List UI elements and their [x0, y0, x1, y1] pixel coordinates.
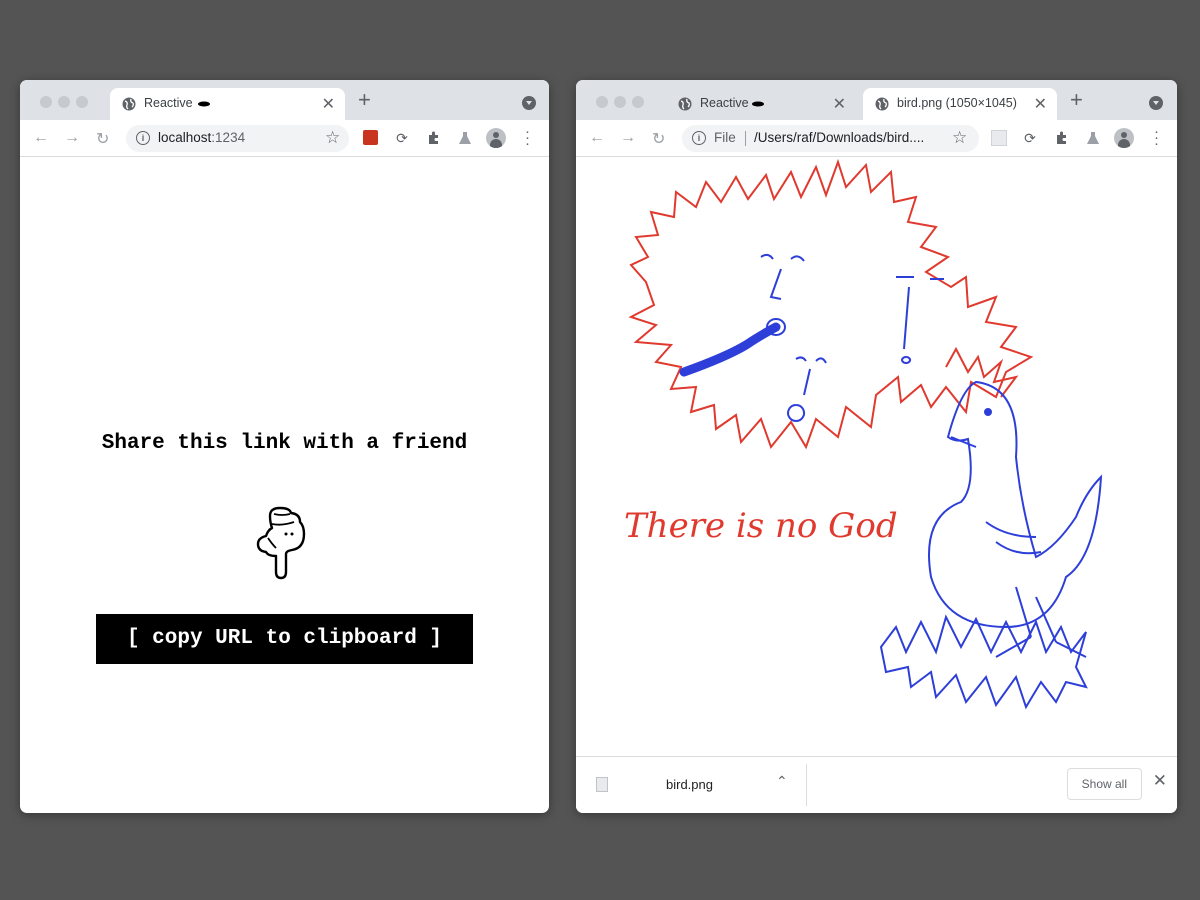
back-arrow-icon[interactable]: ←	[33, 129, 49, 147]
url-port: :1234	[211, 130, 246, 145]
url-path: /Users/raf/Downloads/bird....	[754, 130, 925, 145]
tab-search-icon[interactable]	[522, 96, 536, 110]
reload-icon[interactable]: ↻	[96, 129, 109, 149]
left-browser-window: Reactive ✕ + ← → ↻ i localhost:1234 ☆ ⟳ …	[20, 80, 549, 813]
tab-bird-png[interactable]: bird.png (1050×1045) ✕	[863, 88, 1057, 120]
window-controls[interactable]	[40, 95, 94, 113]
red-spiky-cloud	[628, 158, 1034, 450]
globe-icon	[678, 97, 692, 111]
handwritten-caption: There is no God	[624, 506, 898, 546]
forward-arrow-icon[interactable]: →	[620, 129, 636, 147]
tab-search-icon[interactable]	[1149, 96, 1163, 110]
forward-arrow-icon[interactable]: →	[64, 129, 80, 147]
tab-title: Reactive	[700, 96, 749, 110]
window-controls[interactable]	[596, 95, 650, 113]
star-icon[interactable]: ☆	[325, 128, 340, 148]
address-bar[interactable]: i File /Users/raf/Downloads/bird.... ☆	[682, 125, 979, 152]
url-host: localhost	[158, 130, 212, 145]
show-all-button[interactable]: Show all	[1066, 768, 1142, 800]
tab-strip: Reactive ✕ bird.png (1050×1045) ✕ +	[576, 80, 1177, 120]
kebab-menu-icon[interactable]: · · ·	[1154, 124, 1159, 151]
close-icon[interactable]: ✕	[322, 94, 335, 114]
blue-bird-drawing	[879, 346, 1103, 710]
tab-reactive[interactable]: Reactive ✕	[666, 88, 856, 120]
extension-red-icon[interactable]	[363, 130, 378, 145]
tab-reactive[interactable]: Reactive ✕	[110, 88, 345, 120]
chevron-up-icon[interactable]: ⌃	[776, 773, 788, 790]
info-icon[interactable]: i	[692, 131, 706, 145]
plus-icon[interactable]: +	[358, 89, 371, 111]
page-heading: Share this link with a friend	[101, 432, 468, 455]
flask-icon[interactable]	[457, 130, 473, 146]
divider	[806, 764, 807, 806]
bird-drawing-image: There is no God	[624, 158, 1103, 710]
close-icon[interactable]: ✕	[1034, 94, 1047, 114]
back-arrow-icon[interactable]: ←	[589, 129, 605, 147]
avatar-icon[interactable]	[1114, 128, 1134, 148]
download-file-name: bird.png	[666, 777, 713, 792]
copy-url-button[interactable]: [ copy URL to clipboard ]	[96, 614, 473, 664]
extensions-puzzle-icon[interactable]	[426, 130, 442, 146]
blue-worm	[679, 322, 781, 377]
ufo-favicon-glyph	[752, 101, 764, 107]
toolbar: ← → ↻ i File /Users/raf/Downloads/bird..…	[576, 120, 1177, 157]
close-icon[interactable]: ✕	[833, 94, 846, 114]
sync-extension-icon[interactable]: ⟳	[1022, 130, 1038, 146]
extensions-puzzle-icon[interactable]	[1054, 130, 1070, 146]
globe-icon	[122, 97, 136, 111]
faces-in-cloud	[760, 253, 944, 422]
extension-grid-icon[interactable]	[991, 130, 1007, 146]
globe-icon	[875, 97, 889, 111]
reload-icon[interactable]: ↻	[652, 129, 665, 149]
tab-title: Reactive	[144, 96, 193, 110]
tab-title: bird.png (1050×1045)	[897, 96, 1017, 110]
address-bar[interactable]: i localhost:1234 ☆	[126, 125, 349, 152]
file-icon	[596, 777, 608, 792]
plus-icon[interactable]: +	[1070, 89, 1083, 111]
pointing-hand-icon	[256, 506, 306, 580]
toolbar: ← → ↻ i localhost:1234 ☆ ⟳ · · ·	[20, 120, 549, 157]
download-item[interactable]: bird.png ⌃	[576, 757, 806, 813]
right-browser-window: Reactive ✕ bird.png (1050×1045) ✕ + ← → …	[576, 80, 1177, 813]
flask-icon[interactable]	[1085, 130, 1101, 146]
tab-strip: Reactive ✕ +	[20, 80, 549, 120]
avatar-icon[interactable]	[486, 128, 506, 148]
url-scheme-label: File	[714, 130, 736, 145]
star-icon[interactable]: ☆	[952, 128, 967, 148]
info-icon[interactable]: i	[136, 131, 150, 145]
download-shelf: bird.png ⌃ Show all ✕	[576, 756, 1177, 813]
ufo-favicon-glyph	[198, 101, 210, 107]
close-icon[interactable]: ✕	[1153, 771, 1167, 791]
kebab-menu-icon[interactable]: · · ·	[525, 124, 530, 151]
sync-extension-icon[interactable]: ⟳	[394, 130, 410, 146]
